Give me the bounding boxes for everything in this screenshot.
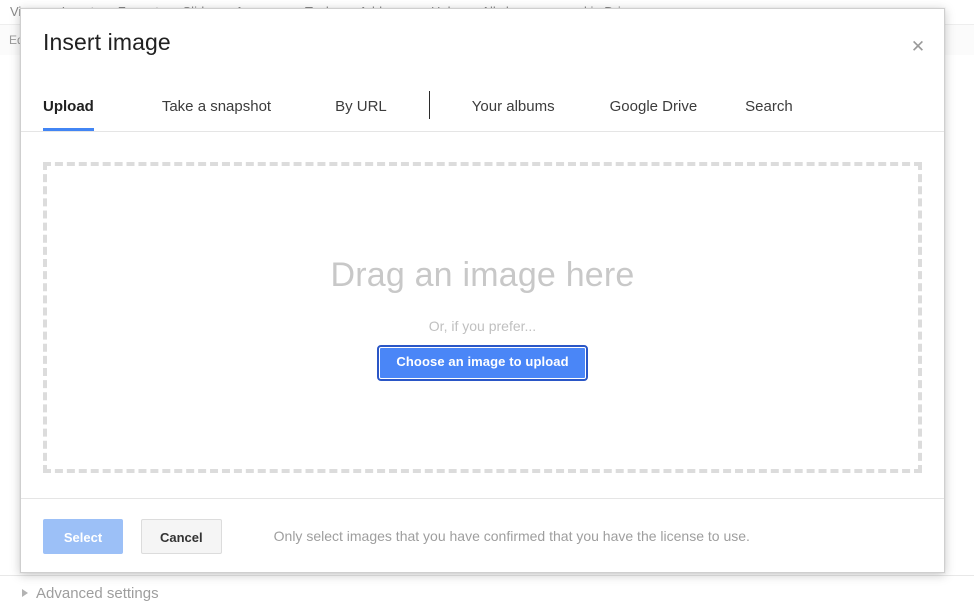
tab-take-a-snapshot[interactable]: Take a snapshot [162,83,271,131]
tab-take-a-snapshot-label: Take a snapshot [161,97,272,115]
tab-spacer [697,83,745,131]
tab-upload-label: Upload [43,97,94,115]
insert-image-dialog: Insert image ✕ Upload Take a snapshot By… [20,8,945,573]
dialog-body: Drag an image here Or, if you prefer... … [21,132,944,498]
tab-spacer [94,83,162,131]
tab-search-label: Search [745,97,793,115]
tab-spacer [271,83,335,131]
advanced-settings-label: Advanced settings [36,585,159,602]
tab-spacer [555,83,610,131]
tab-upload[interactable]: Upload [43,83,94,131]
triangle-right-icon [22,589,28,597]
dialog-tabbar: Upload Take a snapshot By URL Your album… [21,83,944,131]
page-title: Insert image [43,29,171,55]
tab-spacer [430,83,472,131]
tab-your-albums[interactable]: Your albums [472,83,555,131]
tab-google-drive[interactable]: Google Drive [610,83,698,131]
tab-spacer [387,83,429,131]
advanced-settings-row[interactable]: Advanced settings [0,576,974,611]
tab-google-drive-label: Google Drive [609,97,698,115]
tab-your-albums-label: Your albums [471,97,555,115]
dropzone-subtext: Or, if you prefer... [428,318,537,335]
dialog-header: Insert image ✕ Upload Take a snapshot By… [21,9,944,132]
cancel-button[interactable]: Cancel [141,518,222,554]
choose-image-to-upload-button[interactable]: Choose an image to upload [377,345,588,381]
license-note: Only select images that you have confirm… [273,528,750,544]
tab-by-url[interactable]: By URL [335,83,387,131]
tab-search[interactable]: Search [745,83,793,131]
dialog-footer: Select Cancel Only select images that yo… [21,498,944,572]
tab-by-url-label: By URL [335,97,387,115]
select-button[interactable]: Select [43,518,123,554]
image-dropzone[interactable]: Drag an image here Or, if you prefer... … [43,162,922,473]
close-icon[interactable]: ✕ [904,33,932,61]
dropzone-headline: Drag an image here [330,256,635,295]
